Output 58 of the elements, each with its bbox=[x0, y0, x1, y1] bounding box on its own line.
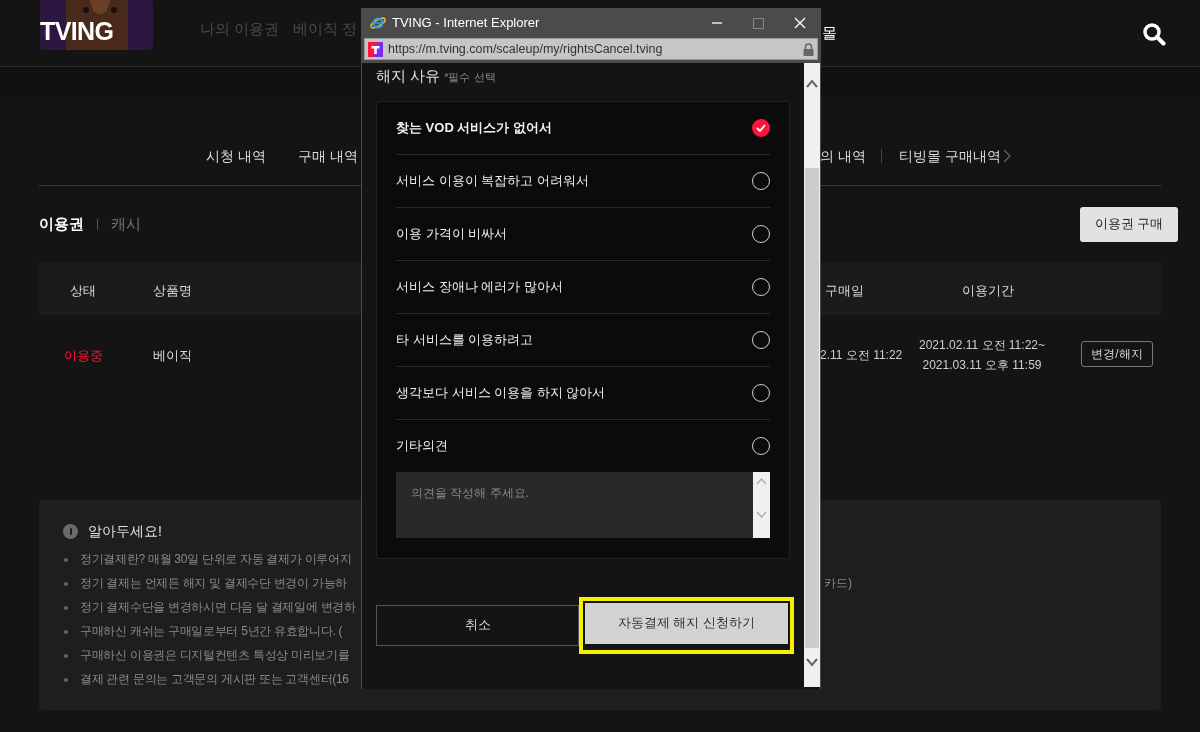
bullet-icon bbox=[64, 558, 68, 562]
notice-text: 구매하신 캐쉬는 구매일로부터 5년간 유효합니다. ( bbox=[80, 623, 343, 640]
purchase-date: 2.11 오전 11:22 bbox=[820, 347, 903, 364]
bullet-icon bbox=[64, 582, 68, 586]
search-icon[interactable] bbox=[1142, 22, 1166, 46]
period-text: 2021.03.11 오후 11:59 bbox=[922, 357, 1042, 374]
cancel-button[interactable]: 취소 bbox=[376, 604, 579, 646]
reason-label: 기타의견 bbox=[396, 437, 448, 456]
lock-icon bbox=[803, 42, 814, 56]
change-cancel-button[interactable]: 변경/해지 bbox=[1081, 341, 1153, 367]
subnav-link[interactable]: 구매 내역 bbox=[298, 146, 358, 167]
bullet-icon bbox=[64, 678, 68, 682]
notice-text: 정기 결제수단을 변경하시면 다음 달 결제일에 변경하 bbox=[80, 599, 356, 616]
section-heading: 해지 사유 bbox=[376, 66, 441, 86]
subnav-link[interactable]: 시청 내역 bbox=[206, 146, 266, 167]
url-text: https://m.tving.com/scaleup/my/rightsCancel.tving bbox=[388, 40, 663, 58]
reason-label: 서비스 장애나 에러가 많아서 bbox=[396, 277, 563, 296]
subnav-link[interactable]: 의 내역 bbox=[820, 146, 866, 167]
notice-text: 정기 결제는 언제든 해지 및 결제수단 변경이 가능하 bbox=[80, 575, 347, 592]
chevron-right-icon bbox=[1003, 149, 1011, 163]
reason-label: 타 서비스를 이용하려고 bbox=[396, 330, 534, 349]
subnav-link[interactable]: 티빙몰 구매내역 bbox=[899, 146, 1001, 167]
check-icon bbox=[756, 123, 766, 132]
notice-text: 정기결제란? 매월 30일 단위로 자동 결제가 이루어지 bbox=[80, 551, 352, 568]
tab[interactable]: 캐시 bbox=[111, 212, 141, 236]
close-icon[interactable] bbox=[794, 17, 806, 29]
notice-text: 구매하신 이용권은 디지털컨텐츠 특성상 미리보기를 bbox=[80, 647, 350, 664]
tab[interactable]: 이용권 bbox=[39, 212, 84, 236]
reason-label: 찾는 VOD 서비스가 없어서 bbox=[396, 118, 552, 137]
period-text: 2021.02.11 오전 11:22~ bbox=[919, 337, 1045, 354]
reason-label: 이용 가격이 비싸서 bbox=[396, 224, 508, 243]
bullet-icon bbox=[64, 606, 68, 610]
window-title: TVING - Internet Explorer bbox=[392, 14, 540, 33]
scrollbar-drawing bbox=[753, 471, 770, 538]
product-name: 베이직 bbox=[153, 347, 192, 365]
notice-title: 알아두세요! bbox=[88, 522, 162, 541]
purchase-button[interactable]: 이용권 구매 bbox=[1080, 206, 1178, 242]
column-header: 구매일 bbox=[825, 282, 864, 300]
alert-icon bbox=[63, 524, 78, 539]
favicon-icon bbox=[368, 41, 383, 57]
apply-button[interactable]: 자동결제 해지 신청하기 bbox=[585, 602, 788, 644]
reason-label: 서비스 이용이 복잡하고 어려워서 bbox=[396, 171, 589, 190]
required-note: *필수 선택 bbox=[444, 70, 496, 85]
nav-link[interactable]: 몰 bbox=[822, 22, 837, 45]
radio-button[interactable] bbox=[752, 118, 770, 137]
address-bar[interactable]: https://m.tving.com/scaleup/my/rightsCancel.tving bbox=[364, 38, 818, 60]
bullet-icon bbox=[64, 630, 68, 634]
browser-e-icon bbox=[370, 15, 386, 31]
notice-text: 카드) bbox=[824, 575, 852, 592]
column-header: 상품명 bbox=[153, 282, 192, 300]
reason-label: 생각보다 서비스 이용을 하지 않아서 bbox=[396, 383, 606, 402]
bullet-icon bbox=[64, 654, 68, 658]
maximize-icon[interactable] bbox=[753, 17, 764, 29]
status-text: 이용중 bbox=[64, 347, 103, 365]
notice-text: 결제 관련 문의는 고객문의 게시판 또는 고객센터(16 bbox=[80, 671, 349, 688]
column-header: 이용기간 bbox=[962, 282, 1014, 300]
column-header: 상태 bbox=[70, 282, 96, 300]
comment-field[interactable]: 의견을 작성해 주세요. bbox=[396, 471, 753, 538]
